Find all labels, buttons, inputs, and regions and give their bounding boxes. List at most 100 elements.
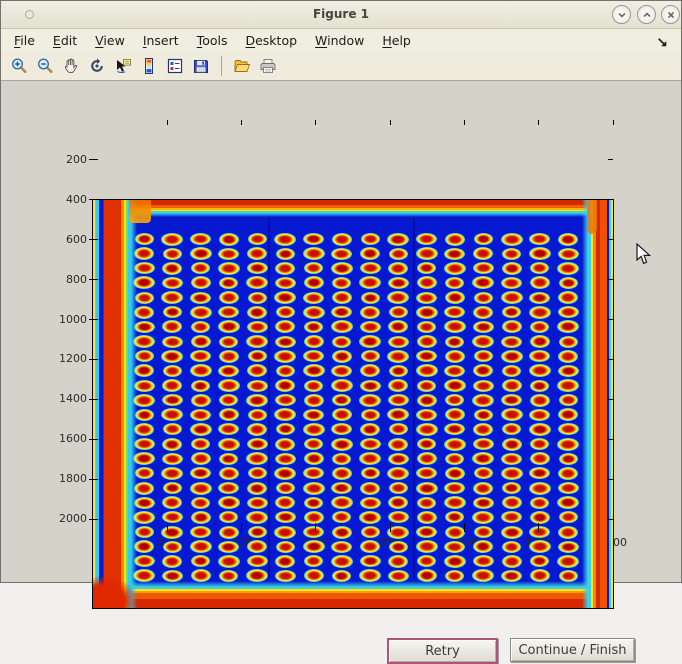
well-spot	[332, 350, 352, 363]
continue-finish-button[interactable]: Continue / Finish	[510, 638, 635, 662]
well-spot	[275, 336, 296, 348]
minimize-button[interactable]	[612, 5, 631, 24]
zoom-out-icon[interactable]	[35, 56, 55, 76]
well-spot	[416, 409, 437, 421]
well-spot	[558, 467, 578, 480]
colorbar-icon[interactable]	[139, 56, 159, 76]
well-spot	[161, 291, 183, 304]
well-spot	[219, 526, 239, 539]
menu-item-help[interactable]: Help	[382, 33, 411, 48]
print-icon[interactable]	[258, 56, 278, 76]
well-spot	[331, 365, 352, 377]
well-spot	[558, 350, 578, 363]
dock-figure-icon[interactable]	[656, 34, 669, 47]
well-spot	[444, 248, 465, 260]
well-spot	[360, 423, 380, 436]
well-spot	[161, 408, 183, 421]
well-spot	[530, 497, 549, 509]
well-spot	[473, 497, 494, 509]
save-icon[interactable]	[191, 56, 211, 76]
well-spot	[502, 365, 521, 377]
menu-item-desktop[interactable]: Desktop	[245, 33, 297, 48]
well-spot	[191, 380, 210, 392]
y-tick-label: 800	[45, 273, 87, 286]
titlebar[interactable]: Figure 1	[1, 1, 681, 29]
well-spot	[247, 306, 267, 319]
menu-item-window[interactable]: Window	[315, 33, 364, 48]
well-spot	[417, 335, 437, 348]
well-spot	[246, 394, 268, 407]
well-spot	[133, 335, 155, 348]
y-tick-mark	[89, 359, 98, 360]
well-spot	[472, 335, 494, 348]
menu-item-view[interactable]: View	[95, 33, 125, 48]
maximize-button[interactable]	[637, 5, 656, 24]
well-spot	[417, 511, 437, 524]
well-spot	[473, 321, 494, 333]
well-spot	[219, 408, 239, 421]
well-spot	[445, 277, 464, 289]
well-spot	[360, 497, 381, 509]
well-spot	[331, 306, 352, 318]
retry-button[interactable]: Retry	[387, 638, 498, 664]
well-spot	[163, 482, 182, 494]
well-spot	[559, 453, 578, 465]
well-spot	[473, 364, 493, 377]
close-button[interactable]	[661, 5, 680, 24]
well-spot	[274, 291, 296, 304]
well-spot	[417, 262, 436, 274]
menu-item-tools[interactable]: Tools	[197, 33, 228, 48]
well-spot	[134, 306, 154, 319]
well-spot	[388, 438, 408, 451]
rotate-3d-icon[interactable]	[87, 56, 107, 76]
well-spot	[361, 526, 380, 538]
x-tick-mark	[538, 120, 539, 125]
well-spot	[417, 555, 436, 567]
well-spot	[445, 408, 465, 421]
well-spot	[389, 482, 408, 494]
well-spot	[474, 467, 493, 479]
well-spot	[501, 511, 522, 523]
well-spot	[529, 292, 550, 304]
well-spot	[389, 541, 408, 553]
open-folder-icon[interactable]	[232, 56, 252, 76]
well-spot	[247, 321, 268, 333]
menu-item-insert[interactable]: Insert	[143, 33, 179, 48]
well-spot	[444, 379, 466, 392]
well-spot	[444, 496, 466, 509]
well-spot	[416, 233, 437, 245]
well-spot	[247, 438, 268, 450]
y-tick-mark	[608, 479, 613, 480]
well-spot	[332, 394, 351, 406]
well-spot	[134, 438, 155, 450]
well-spot	[474, 526, 493, 538]
well-spot	[388, 570, 409, 582]
menu-item-edit[interactable]: Edit	[53, 33, 77, 48]
well-spot	[303, 350, 324, 362]
well-spot	[134, 423, 154, 436]
insert-legend-icon[interactable]	[165, 56, 185, 76]
well-spot	[274, 526, 296, 539]
data-cursor-icon[interactable]	[113, 56, 133, 76]
pan-hand-icon[interactable]	[61, 56, 81, 76]
plate-corner-hotspot	[93, 576, 137, 608]
well-spot	[473, 423, 493, 436]
well-spot	[389, 248, 408, 260]
well-spot	[557, 496, 579, 509]
plot-area[interactable]	[92, 199, 614, 609]
menu-item-file[interactable]: File	[14, 33, 35, 48]
zoom-in-icon[interactable]	[9, 56, 29, 76]
well-spot	[416, 247, 438, 260]
well-spot	[559, 277, 578, 289]
well-spot	[218, 423, 239, 435]
well-spot	[218, 541, 239, 553]
well-spot	[134, 321, 155, 333]
well-spot	[559, 394, 578, 406]
well-spot	[163, 541, 182, 553]
well-spot	[248, 526, 267, 538]
well-spot	[219, 233, 239, 246]
well-spot	[389, 306, 408, 318]
well-spot	[557, 262, 579, 275]
well-spot	[387, 350, 409, 363]
well-spot	[304, 438, 323, 450]
